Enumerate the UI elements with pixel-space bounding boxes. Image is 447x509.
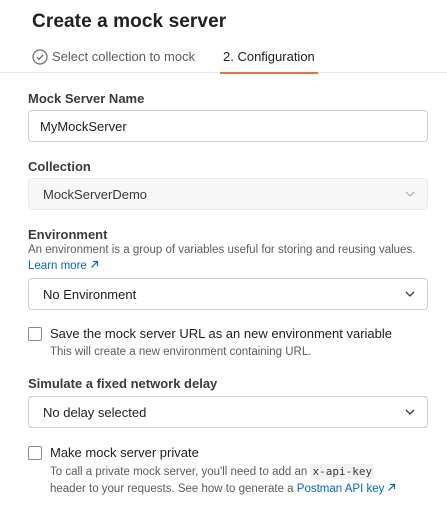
delay-select[interactable]: No delay selected xyxy=(28,396,428,428)
mock-name-value: MyMockServer xyxy=(40,118,127,134)
learn-more-link[interactable]: Learn more xyxy=(28,260,99,272)
check-circle-icon xyxy=(32,48,48,65)
postman-api-key-link[interactable]: Postman API key xyxy=(297,483,397,495)
private-option: Make mock server private To call a priva… xyxy=(28,445,396,498)
delay-value: No delay selected xyxy=(43,404,147,420)
stepper-tabs: Select collection to mock 2. Configurati… xyxy=(0,40,447,74)
api-key-header-code: x-api-key xyxy=(310,464,375,479)
tab-select-collection-label: Select collection to mock xyxy=(52,49,196,64)
environment-select[interactable]: No Environment xyxy=(28,278,428,310)
environment-label: Environment xyxy=(28,227,108,242)
chevron-down-icon xyxy=(405,408,415,416)
tab-configuration-label: 2. Configuration xyxy=(223,49,315,64)
collection-label: Collection xyxy=(28,159,91,174)
page-title: Create a mock server xyxy=(32,11,227,32)
private-label: Make mock server private xyxy=(50,445,199,460)
mock-name-input[interactable]: MyMockServer xyxy=(28,110,428,142)
delay-label: Simulate a fixed network delay xyxy=(28,376,218,391)
postman-api-key-label: Postman API key xyxy=(296,483,385,495)
private-help: To call a private mock server, you'll ne… xyxy=(50,463,396,498)
save-env-var-option: Save the mock server URL as an new envir… xyxy=(28,326,392,361)
collection-select: MockServerDemo xyxy=(28,178,428,210)
collection-value: MockServerDemo xyxy=(43,186,148,202)
chevron-down-icon xyxy=(405,290,415,298)
external-link-icon xyxy=(387,481,396,498)
private-help-text-2: header to your requests. See how to gene… xyxy=(50,483,294,495)
save-env-var-help: This will create a new environment conta… xyxy=(50,346,312,358)
learn-more-label: Learn more xyxy=(28,260,87,272)
chevron-down-icon xyxy=(405,190,415,198)
tab-select-collection[interactable]: Select collection to mock xyxy=(32,40,195,73)
save-env-var-checkbox[interactable] xyxy=(28,327,42,341)
environment-description: An environment is a group of variables u… xyxy=(28,244,416,256)
tab-configuration[interactable]: 2. Configuration xyxy=(220,40,318,74)
save-env-var-label: Save the mock server URL as an new envir… xyxy=(50,326,393,341)
private-checkbox[interactable] xyxy=(28,446,42,460)
private-help-text-1: To call a private mock server, you'll ne… xyxy=(50,466,308,478)
mock-name-label: Mock Server Name xyxy=(28,91,145,106)
external-link-icon xyxy=(90,260,99,272)
environment-value: No Environment xyxy=(43,286,137,302)
